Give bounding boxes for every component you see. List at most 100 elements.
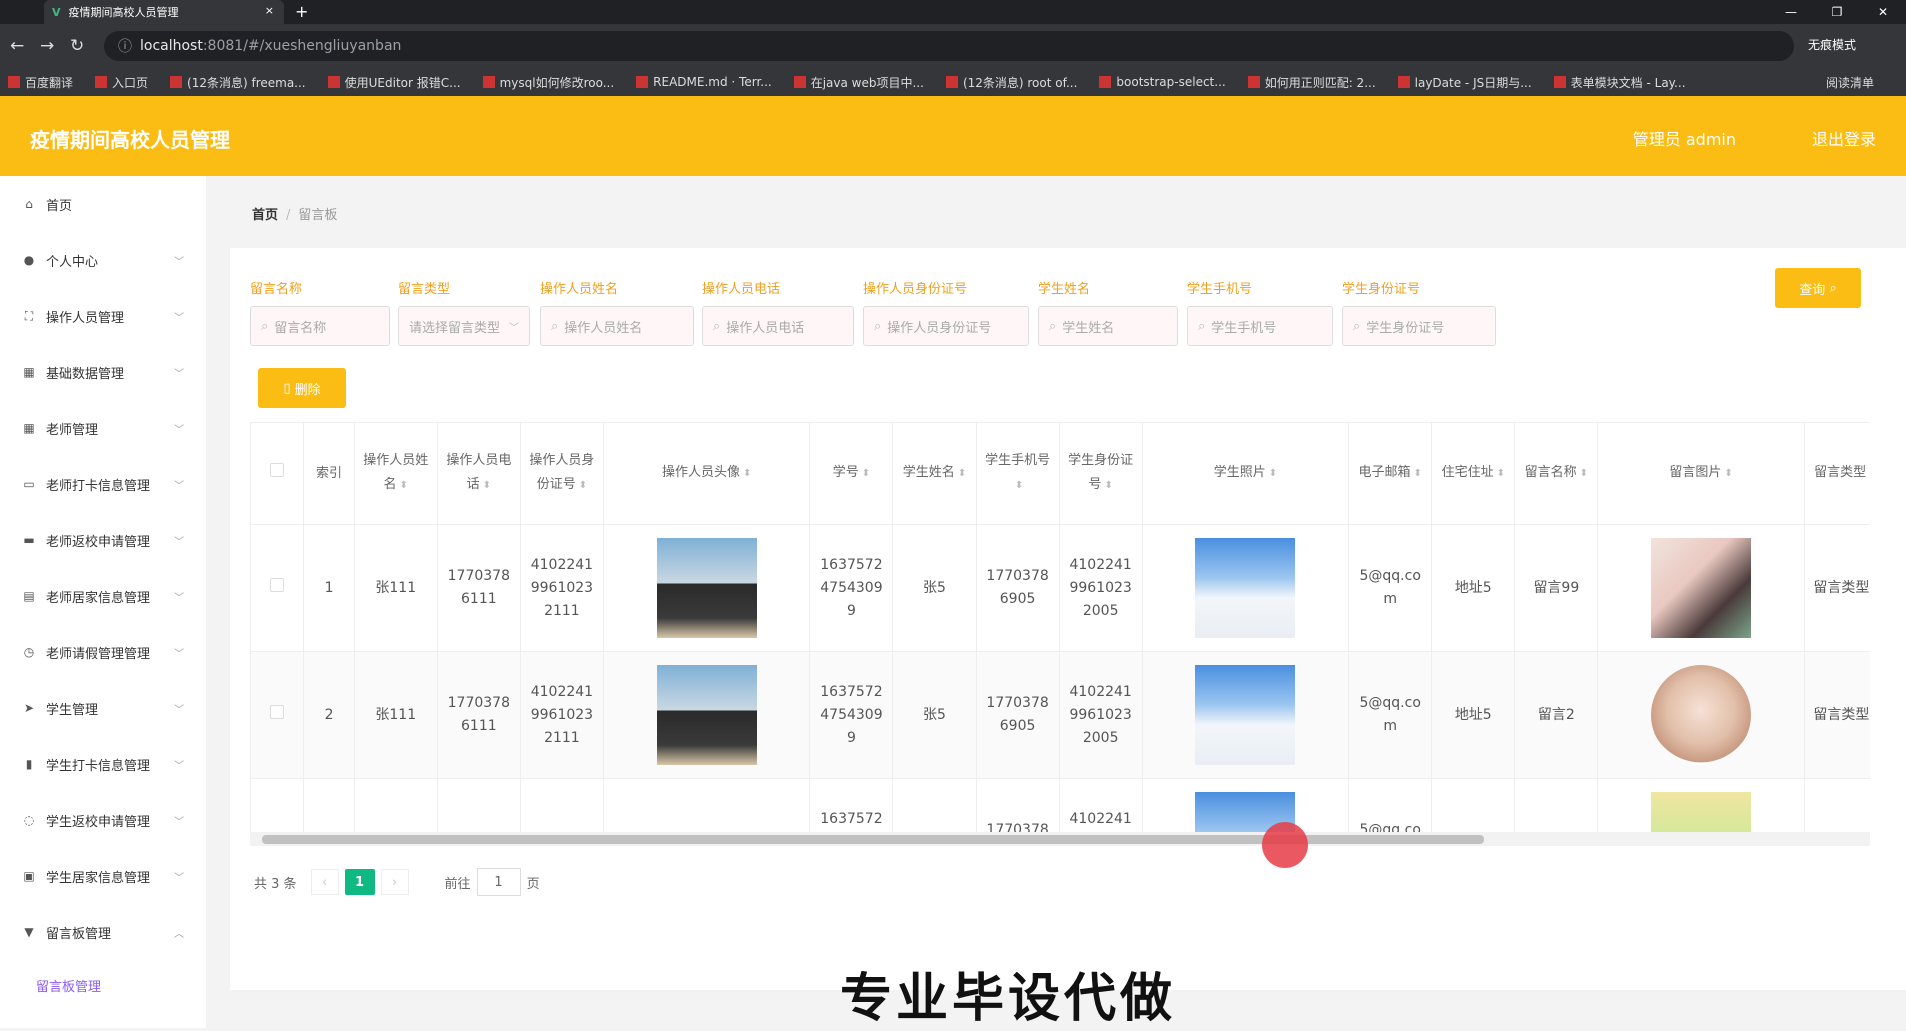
bookmark-item[interactable]: 百度翻译 — [25, 74, 73, 91]
query-button[interactable]: 查询 ⌕ — [1775, 268, 1861, 308]
horizontal-scrollbar[interactable] — [250, 832, 1870, 846]
reading-list-button[interactable]: 阅读清单 — [1826, 74, 1874, 91]
filter-input[interactable]: ⌕ 学生姓名 — [1038, 306, 1178, 346]
filter-placeholder: 操作人员电话 — [726, 320, 805, 336]
sort-icon[interactable]: ⬍ — [1269, 468, 1277, 479]
row-checkbox[interactable] — [270, 704, 285, 719]
admin-label[interactable]: 管理员 admin — [1633, 126, 1736, 150]
operator-avatar-image[interactable] — [656, 538, 757, 638]
browser-tab[interactable]: V 疫情期间高校人员管理 × — [44, 0, 284, 24]
filter-input[interactable]: ⌕ 留言名称 — [250, 306, 390, 346]
column-header[interactable]: 操作人员头像 ⬍ — [603, 422, 811, 525]
sort-icon[interactable]: ⬍ — [958, 468, 966, 479]
close-window-icon[interactable]: ✕ — [1860, 0, 1906, 24]
restore-icon[interactable]: ❐ — [1814, 0, 1860, 24]
sort-icon[interactable]: ⬍ — [1580, 468, 1588, 479]
prev-page-icon[interactable]: ‹ — [310, 869, 339, 895]
column-header[interactable]: 学生照片 ⬍ — [1142, 422, 1350, 525]
bookmark-item[interactable]: 入口页 — [112, 74, 148, 91]
sidebar-item[interactable]: ▮ 学生打卡信息管理 ﹀ — [0, 736, 206, 792]
minimize-icon[interactable]: — — [1768, 0, 1814, 24]
bookmark-item[interactable]: 如何用正则匹配: 2... — [1265, 74, 1376, 91]
back-icon[interactable]: ← — [10, 36, 24, 56]
table-row[interactable]: 1 张111 17703786111 410224199610232111 163757… — [251, 524, 1870, 652]
column-header[interactable]: 留言类型⬍ — [1804, 422, 1870, 525]
sidebar-item[interactable]: ◌ 学生返校申请管理 ﹀ — [0, 792, 206, 848]
message-image[interactable] — [1651, 538, 1752, 638]
column-header[interactable]: 操作人员姓名 ⬍ — [354, 422, 438, 525]
sidebar-item[interactable]: ● 个人中心 ﹀ — [0, 232, 206, 288]
sidebar-subitem-message-board[interactable]: 留言板管理 — [0, 960, 206, 1010]
goto-page-input[interactable]: 1 — [476, 868, 521, 896]
sidebar-item[interactable]: ▣ 学生居家信息管理 ﹀ — [0, 848, 206, 904]
message-image[interactable] — [1651, 665, 1752, 765]
bookmark-item[interactable]: mysql如何修改roo... — [500, 74, 615, 91]
student-photo-image[interactable] — [1195, 538, 1296, 638]
bookmark-item[interactable]: (12条消息) freema... — [187, 74, 306, 91]
sidebar-item[interactable]: ➤ 学生管理 ﹀ — [0, 680, 206, 736]
bookmark-item[interactable]: 在java web项目中... — [811, 74, 924, 91]
bookmark-item[interactable]: 使用UEditor 报错C... — [345, 74, 461, 91]
breadcrumb-home[interactable]: 首页 — [252, 208, 278, 223]
close-tab-icon[interactable]: × — [265, 4, 274, 17]
bookmark-item[interactable]: (12条消息) root of... — [963, 74, 1077, 91]
bookmark-item[interactable]: layDate - JS日期与... — [1415, 74, 1532, 91]
sort-icon[interactable]: ⬍ — [1869, 468, 1870, 479]
sort-icon[interactable]: ⬍ — [579, 480, 587, 491]
column-header[interactable]: 住宅住址 ⬍ — [1431, 422, 1516, 525]
column-header[interactable]: 留言名称 ⬍ — [1514, 422, 1599, 525]
column-header[interactable]: 学生身份证号 ⬍ — [1059, 422, 1143, 525]
column-header[interactable]: 操作人员电话 ⬍ — [437, 422, 521, 525]
column-header[interactable]: 操作人员身份证号 ⬍ — [520, 422, 604, 525]
row-checkbox[interactable] — [270, 577, 285, 592]
column-header[interactable]: 学号 ⬍ — [809, 422, 894, 525]
sort-icon[interactable]: ⬍ — [1414, 468, 1422, 479]
column-header[interactable]: 电子邮箱 ⬍ — [1348, 422, 1433, 525]
bookmark-item[interactable]: bootstrap-select... — [1116, 75, 1225, 89]
message-type-select[interactable]: 请选择留言类型 ﹀ — [398, 306, 530, 346]
sort-icon[interactable]: ⬍ — [1104, 480, 1112, 491]
filter-input[interactable]: ⌕ 学生身份证号 — [1342, 306, 1496, 346]
table-row[interactable]: 3 无图片16375724754309 9张5177037869054102241… — [251, 778, 1870, 834]
sidebar-item[interactable]: ⛶ 操作人员管理 ﹀ — [0, 288, 206, 344]
sidebar-item[interactable]: ◷ 老师请假管理管理 ﹀ — [0, 624, 206, 680]
select-all-checkbox[interactable] — [270, 462, 285, 477]
logout-link[interactable]: 退出登录 — [1812, 126, 1876, 150]
sort-icon[interactable]: ⬍ — [1497, 468, 1505, 479]
sort-icon[interactable]: ⬍ — [862, 468, 870, 479]
bookmark-item[interactable]: README.md · Terr... — [653, 75, 772, 89]
sort-icon[interactable]: ⬍ — [400, 480, 408, 491]
reload-icon[interactable]: ↻ — [70, 36, 84, 56]
operator-avatar-image[interactable] — [656, 665, 757, 765]
table-row[interactable]: 2 张111 17703786111 410224199610232111 163757… — [251, 651, 1870, 779]
sidebar-item[interactable]: ▦ 老师管理 ﹀ — [0, 400, 206, 456]
url-input[interactable]: ⓘ localhost:8081/#/xueshengliuyanban — [104, 31, 1794, 61]
sort-icon[interactable]: ⬍ — [1015, 480, 1023, 491]
message-image[interactable] — [1651, 792, 1752, 834]
incognito-label[interactable]: 无痕模式 — [1808, 36, 1856, 53]
sort-icon[interactable]: ⬍ — [483, 480, 491, 491]
column-label: 操作人员头像 — [661, 465, 740, 480]
sidebar-item[interactable]: ▤ 老师居家信息管理 ﹀ — [0, 568, 206, 624]
filter-input[interactable]: ⌕ 学生手机号 — [1187, 306, 1333, 346]
forward-icon[interactable]: → — [40, 36, 54, 56]
page-1-button[interactable]: 1 — [344, 869, 375, 895]
filter-input[interactable]: ⌕ 操作人员姓名 — [540, 306, 694, 346]
bookmark-item[interactable]: 表单模块文档 - Lay... — [1571, 74, 1686, 91]
new-tab-button[interactable]: + — [295, 2, 308, 21]
next-page-icon[interactable]: › — [380, 869, 409, 895]
filter-input[interactable]: ⌕ 操作人员身份证号 — [863, 306, 1029, 346]
sidebar-item[interactable]: ⌂ 首页 — [0, 176, 206, 232]
column-header[interactable]: 留言图片 ⬍ — [1597, 422, 1805, 525]
sidebar-item[interactable]: ▦ 基础数据管理 ﹀ — [0, 344, 206, 400]
sort-icon[interactable]: ⬍ — [1724, 468, 1732, 479]
sidebar-item[interactable]: ▼ 留言板管理 ︿ — [0, 904, 206, 960]
filter-input[interactable]: ⌕ 操作人员电话 — [702, 306, 854, 346]
delete-button[interactable]: ▯ 删除 — [258, 368, 346, 408]
sidebar-item[interactable]: ▭ 老师打卡信息管理 ﹀ — [0, 456, 206, 512]
column-header[interactable]: 学生手机号 ⬍ — [976, 422, 1060, 525]
sort-icon[interactable]: ⬍ — [743, 468, 751, 479]
student-photo-image[interactable] — [1195, 665, 1296, 765]
column-header[interactable]: 学生姓名 ⬍ — [892, 422, 977, 525]
sidebar-item[interactable]: ▬ 老师返校申请管理 ﹀ — [0, 512, 206, 568]
